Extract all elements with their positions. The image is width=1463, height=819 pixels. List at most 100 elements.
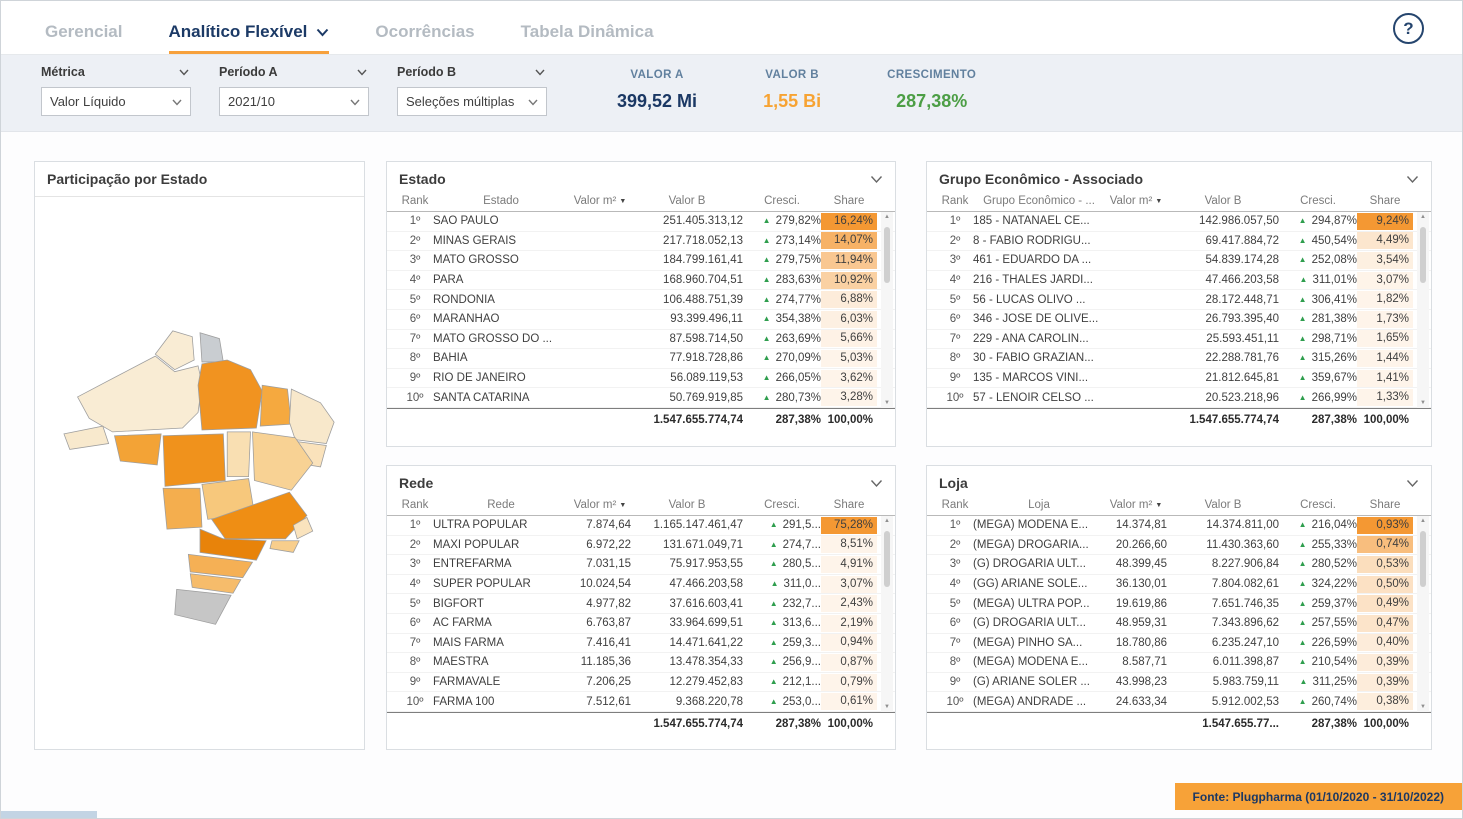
table-row[interactable]: 8ºBAHIA77.918.728,86▲270,09%5,03%: [387, 349, 895, 369]
table-row[interactable]: 4ºSUPER POPULAR10.024,5447.466.203,58▲31…: [387, 575, 895, 595]
valor-m2-cell: 8.587,71: [1105, 656, 1167, 668]
table-row[interactable]: 9º(G) ARIANE SOLER ...43.998,235.983.759…: [927, 673, 1431, 693]
column-header[interactable]: Cresci.: [743, 499, 821, 511]
table-row[interactable]: 1ºSÃO PAULO251.405.313,12▲279,82%16,24%: [387, 212, 895, 232]
horizontal-scrollbar-thumb[interactable]: [1, 811, 97, 818]
scrollbar-thumb[interactable]: [884, 227, 890, 283]
periodo-b-dropdown[interactable]: Seleções múltiplas: [397, 87, 547, 116]
table-row[interactable]: 4ºPARÁ168.960.704,51▲283,63%10,92%: [387, 271, 895, 291]
tab-tabela-dinamica[interactable]: Tabela Dinâmica: [521, 22, 654, 54]
table-row[interactable]: 8º(MEGA) MODENA E...8.587,716.011.398,87…: [927, 653, 1431, 673]
table-row[interactable]: 3ºENTREFARMA7.031,1575.917.953,55▲280,5.…: [387, 555, 895, 575]
column-header[interactable]: Valor m²▼: [1105, 499, 1167, 511]
table-row[interactable]: 6ºAC FARMA6.763,8733.964.699,51▲313,6...…: [387, 614, 895, 634]
table-row[interactable]: 9º135 - MARCOS VINI...21.812.645,81▲359,…: [927, 369, 1431, 389]
column-header[interactable]: Share: [1357, 195, 1413, 207]
column-header[interactable]: Cresci.: [1279, 195, 1357, 207]
table-row[interactable]: 1º185 - NATANAEL CE...142.986.057,50▲294…: [927, 212, 1431, 232]
table-row[interactable]: 9ºRIO DE JANEIRO56.089.119,53▲266,05%3,6…: [387, 369, 895, 389]
table-row[interactable]: 3º461 - EDUARDO DA ...54.839.174,28▲252,…: [927, 251, 1431, 271]
table-row[interactable]: 6ºMARANHÃO93.399.496,11▲354,38%6,03%: [387, 310, 895, 330]
table-row[interactable]: 8ºMAESTRA11.185,3613.478.354,33▲256,9...…: [387, 653, 895, 673]
scrollbar-thumb[interactable]: [884, 531, 890, 587]
table-row[interactable]: 5º56 - LUCAS OLIVO ...28.172.448,71▲306,…: [927, 290, 1431, 310]
column-header[interactable]: Valor B: [631, 195, 743, 207]
table-row[interactable]: 2ºMAXI POPULAR6.972,22131.671.049,71▲274…: [387, 536, 895, 556]
column-header[interactable]: Valor B: [631, 499, 743, 511]
column-header[interactable]: Valor m²▼: [1105, 195, 1167, 207]
vertical-scrollbar[interactable]: ▲ ▼: [1417, 212, 1429, 408]
table-row[interactable]: 10ºSANTA CATARINA50.769.919,85▲280,73%3,…: [387, 388, 895, 408]
column-header[interactable]: Cresci.: [743, 195, 821, 207]
column-header[interactable]: Rank: [397, 195, 433, 207]
scroll-up-icon[interactable]: ▲: [1420, 214, 1426, 220]
table-row[interactable]: 6º346 - JOSÉ DE OLIVE...26.793.395,40▲28…: [927, 310, 1431, 330]
tab-ocorrencias[interactable]: Ocorrências: [375, 22, 474, 54]
scroll-down-icon[interactable]: ▼: [884, 704, 890, 710]
table-row[interactable]: 2º8 - FABIO RODRIGU...69.417.884,72▲450,…: [927, 232, 1431, 252]
column-header[interactable]: Cresci.: [1279, 499, 1357, 511]
column-header[interactable]: Rank: [397, 499, 433, 511]
periodo-a-dropdown[interactable]: 2021/10: [219, 87, 369, 116]
column-header[interactable]: Grupo Econômico - ...: [973, 195, 1105, 207]
chevron-down-icon[interactable]: [179, 65, 189, 79]
vertical-scrollbar[interactable]: ▲ ▼: [1417, 516, 1429, 712]
column-header[interactable]: Rede: [433, 499, 569, 511]
table-row[interactable]: 3º(G) DROGARIA ULT...48.399,458.227.906,…: [927, 555, 1431, 575]
table-row[interactable]: 7º229 - ANA CAROLIN...25.593.451,11▲298,…: [927, 330, 1431, 350]
chevron-down-icon[interactable]: [1406, 479, 1419, 488]
chevron-down-icon[interactable]: [870, 479, 883, 488]
table-row[interactable]: 10ºFARMA 1007.512,619.368.220,78▲253,0..…: [387, 692, 895, 712]
scroll-up-icon[interactable]: ▲: [884, 214, 890, 220]
brazil-choropleth-map[interactable]: [54, 325, 346, 636]
chevron-down-icon[interactable]: [870, 175, 883, 184]
column-header[interactable]: Estado: [433, 195, 569, 207]
table-row[interactable]: 7ºMAIS FARMA7.416,4114.471.641,22▲259,3.…: [387, 634, 895, 654]
map-state-shape: [63, 426, 108, 449]
metrica-dropdown[interactable]: Valor Líquido: [41, 87, 191, 116]
scrollbar-thumb[interactable]: [1420, 531, 1426, 587]
table-row[interactable]: 4º216 - THALES JARDI...47.466.203,58▲311…: [927, 271, 1431, 291]
table-row[interactable]: 5º(MEGA) ULTRA POP...19.619,867.651.746,…: [927, 594, 1431, 614]
table-row[interactable]: 2ºMINAS GERAIS217.718.052,13▲273,14%14,0…: [387, 232, 895, 252]
table-row[interactable]: 7º(MEGA) PINHO SA...18.780,866.235.247,1…: [927, 634, 1431, 654]
vertical-scrollbar[interactable]: ▲ ▼: [881, 516, 893, 712]
scroll-up-icon[interactable]: ▲: [1420, 518, 1426, 524]
help-button[interactable]: ?: [1393, 13, 1424, 44]
scroll-down-icon[interactable]: ▼: [1420, 704, 1426, 710]
chevron-down-icon[interactable]: [357, 65, 367, 79]
column-header[interactable]: Share: [1357, 499, 1413, 511]
table-row[interactable]: 6º(G) DROGARIA ULT...48.959,317.343.896,…: [927, 614, 1431, 634]
table-row[interactable]: 8º30 - FABIO GRAZIAN...22.288.781,76▲315…: [927, 349, 1431, 369]
table-row[interactable]: 5ºRONDÔNIA106.488.751,39▲274,77%6,88%: [387, 290, 895, 310]
scroll-down-icon[interactable]: ▼: [1420, 400, 1426, 406]
table-row[interactable]: 7ºMATO GROSSO DO ...87.598.714,50▲263,69…: [387, 330, 895, 350]
table-row[interactable]: 5ºBIGFORT4.977,8237.616.603,41▲232,7...2…: [387, 594, 895, 614]
chevron-down-icon[interactable]: [1406, 175, 1419, 184]
table-row[interactable]: 9ºFARMAVALE7.206,2512.279.452,83▲212,1..…: [387, 673, 895, 693]
table-row[interactable]: 2º(MEGA) DROGARIA...20.266,6011.430.363,…: [927, 536, 1431, 556]
scrollbar-thumb[interactable]: [1420, 227, 1426, 283]
table-row[interactable]: 1º(MEGA) MODENA E...14.374,8114.374.811,…: [927, 516, 1431, 536]
column-header[interactable]: Loja: [973, 499, 1105, 511]
scroll-up-icon[interactable]: ▲: [884, 518, 890, 524]
column-header[interactable]: Valor B: [1167, 499, 1279, 511]
column-header[interactable]: Valor m²▼: [569, 195, 631, 207]
table-row[interactable]: 10º57 - LENOIR CELSO ...20.523.218,96▲26…: [927, 388, 1431, 408]
column-header[interactable]: Share: [821, 499, 877, 511]
table-row[interactable]: 10º(MEGA) ANDRADE ...24.633,345.912.002,…: [927, 692, 1431, 712]
column-header[interactable]: Rank: [937, 195, 973, 207]
scroll-down-icon[interactable]: ▼: [884, 400, 890, 406]
tab-gerencial[interactable]: Gerencial: [45, 22, 123, 54]
vertical-scrollbar[interactable]: ▲ ▼: [881, 212, 893, 408]
tab-analitico-flexivel[interactable]: Analítico Flexível: [169, 22, 330, 54]
chevron-down-icon[interactable]: [535, 65, 545, 79]
table-row[interactable]: 3ºMATO GROSSO184.799.161,41▲279,75%11,94…: [387, 251, 895, 271]
table-row[interactable]: 4º(GG) ARIANE SOLE...36.130,017.804.082,…: [927, 575, 1431, 595]
column-header[interactable]: Valor m²▼: [569, 499, 631, 511]
column-header[interactable]: Share: [821, 195, 877, 207]
table-row[interactable]: 1ºULTRA POPULAR7.874,641.165.147.461,47▲…: [387, 516, 895, 536]
column-header[interactable]: Valor B: [1167, 195, 1279, 207]
horizontal-scrollbar[interactable]: [1, 811, 1462, 818]
column-header[interactable]: Rank: [937, 499, 973, 511]
